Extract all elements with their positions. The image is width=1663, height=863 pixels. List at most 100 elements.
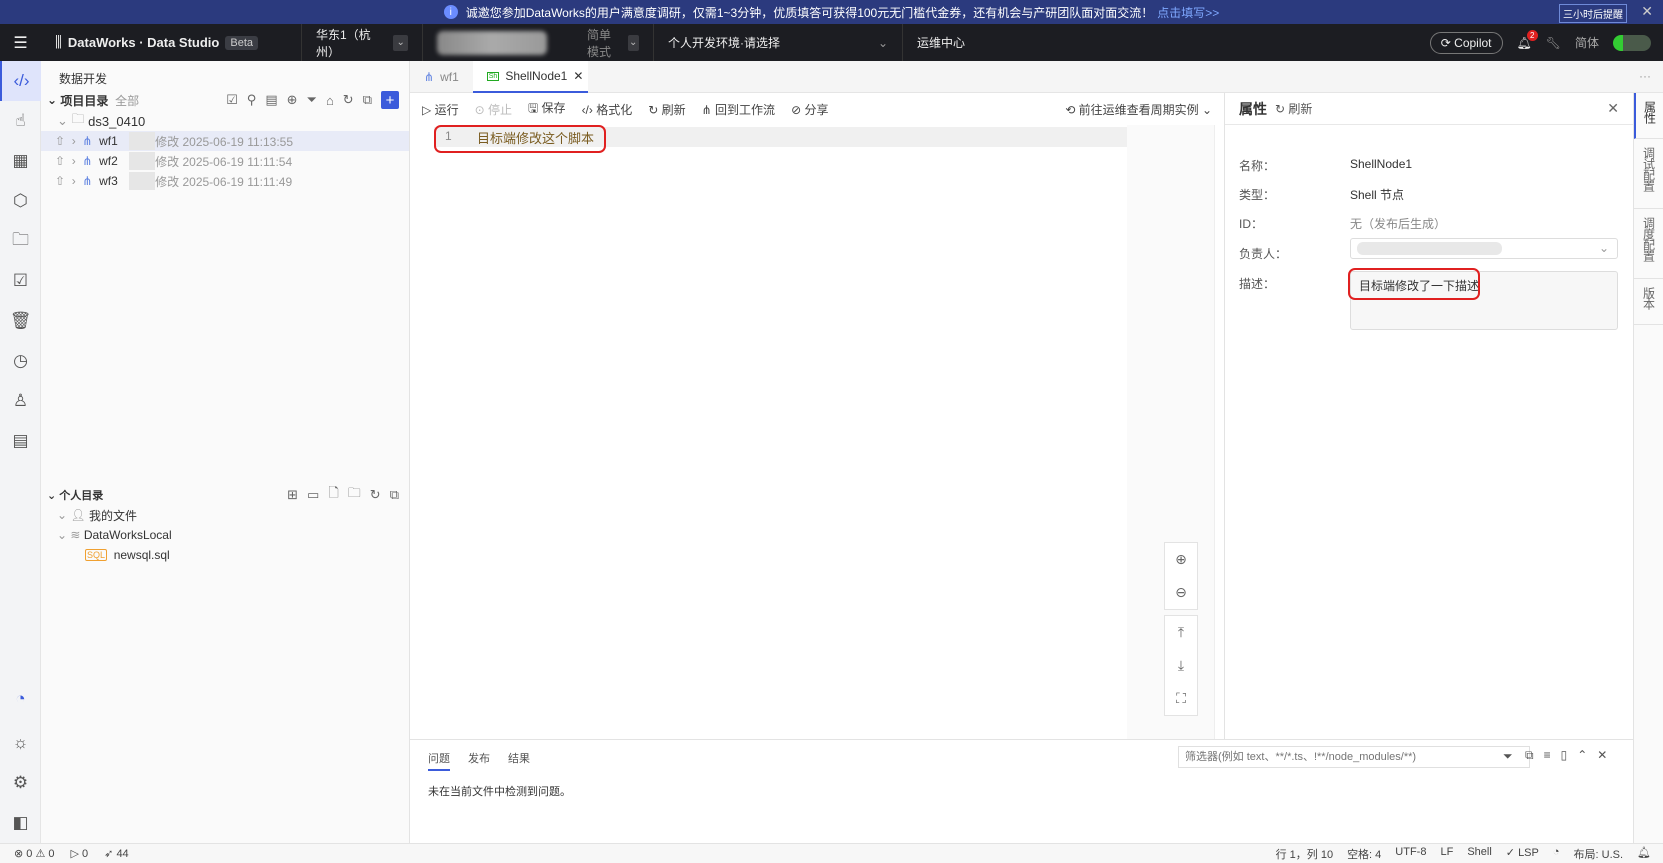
line-ending[interactable]: LF — [1440, 846, 1453, 862]
filter-input[interactable] — [1178, 746, 1530, 768]
workspace-select[interactable] — [423, 24, 573, 61]
tab-results[interactable]: 结果 — [508, 750, 530, 771]
tab-problems[interactable]: 问题 — [428, 750, 450, 771]
avatar[interactable] — [1613, 34, 1651, 51]
save-button[interactable]: 🖫 保存 — [528, 99, 566, 120]
tab-shellnode1[interactable]: Sh ShellNode1 ✕ — [472, 61, 588, 93]
folder-icon[interactable]: 🗀 — [0, 221, 41, 261]
keyboard-layout[interactable]: 布局: U.S. — [1574, 846, 1624, 862]
scope-filter[interactable]: 全部 — [115, 92, 139, 109]
run-button[interactable]: ▷ 运行 — [422, 101, 459, 118]
lsp-status[interactable]: ✓ LSP — [1506, 846, 1539, 862]
filter-icon[interactable]: ⏷ — [307, 92, 317, 108]
ops-center-link[interactable]: 运维中心 — [903, 24, 979, 61]
doc-search-icon[interactable]: ▤ — [265, 92, 277, 108]
dataworks-local[interactable]: ⌄ ≋ DataWorksLocal — [41, 525, 409, 545]
puzzle-icon[interactable]: ⬡ — [0, 181, 41, 221]
goto-ops-button[interactable]: ⟲ 前往运维查看周期实例 ⌄ — [1065, 101, 1224, 118]
list-icon[interactable]: ≡ — [1544, 748, 1551, 763]
close-icon[interactable]: ✕ — [1607, 100, 1633, 117]
close-icon[interactable]: ✕ — [1641, 3, 1653, 20]
wrench-icon[interactable]: 🔧︎ — [1546, 36, 1561, 50]
rail-tab-schedule-config[interactable]: 调度配置 — [1634, 209, 1663, 279]
chevron-up-icon[interactable]: ⌃ — [1577, 748, 1587, 763]
publish-icon[interactable]: ⇧ — [55, 174, 65, 188]
refresh-icon[interactable]: ↻ — [343, 92, 354, 108]
personal-dir-header[interactable]: ⌄ 个人目录 ⊞ ▭ 🗋 🗀 ↻ ⧉ — [41, 485, 409, 505]
menu-icon[interactable]: ☰ — [0, 24, 41, 61]
my-files[interactable]: ⌄ 👤︎ 我的文件 — [41, 505, 409, 525]
rail-tab-version[interactable]: 版本 — [1634, 279, 1663, 325]
user-stamp-icon[interactable]: ♙ — [0, 381, 41, 421]
copilot-status-icon[interactable]: ◔ — [1553, 846, 1560, 862]
collapse-icon[interactable]: ⧉ — [390, 487, 399, 503]
bell-icon[interactable]: 🔔︎ — [1637, 846, 1651, 862]
env-select[interactable]: 个人开发环境·请选择 ⌄ — [654, 24, 902, 61]
zoom-in-icon[interactable]: ⊕ — [1175, 543, 1187, 576]
gear-icon[interactable]: ⚙ — [0, 763, 41, 803]
code-icon[interactable]: ‹/› — [0, 61, 41, 101]
region-select[interactable]: 华东1（杭州） ⌄ — [302, 24, 422, 61]
new-node-icon[interactable]: ▭ — [307, 487, 319, 503]
scroll-top-icon[interactable]: ⤒ — [1178, 616, 1184, 649]
banner-link[interactable]: 点击填写>> — [1157, 4, 1219, 21]
stop-button[interactable]: ⊙ 停止 — [475, 101, 512, 118]
mode-select[interactable]: 简单模式 ⌄ — [573, 24, 653, 61]
scroll-bottom-icon[interactable]: ⤓ — [1178, 649, 1184, 682]
publish-icon[interactable]: ⇧ — [55, 154, 65, 168]
cursor-position[interactable]: 行 1，列 10 — [1276, 846, 1333, 862]
refresh-icon[interactable]: ↻ — [370, 487, 381, 503]
split-icon[interactable]: ▯ — [1561, 748, 1568, 763]
filter-icon[interactable]: ⏷ — [1503, 749, 1513, 764]
share-button[interactable]: ⊘ 分享 — [791, 101, 828, 118]
owner-select[interactable]: ⌄ — [1350, 238, 1618, 259]
locate-icon[interactable]: ⊕ — [287, 92, 298, 108]
language-mode[interactable]: Shell — [1467, 846, 1491, 862]
workflow-item[interactable]: ⇧ › ⋔ wf3 修改 2025-06-19 11:11:49 — [41, 171, 409, 191]
chevron-right-icon[interactable]: › — [72, 174, 76, 188]
errors-status[interactable]: ⊗ 0 ⚠ 0 — [0, 847, 55, 860]
copilot-icon[interactable]: ◔ — [0, 679, 41, 719]
sent-status[interactable]: ➶ 44 — [88, 847, 129, 860]
close-icon[interactable]: ✕ — [1597, 748, 1607, 763]
trash-icon[interactable]: 🗑 — [0, 301, 41, 341]
remind-later-button[interactable]: 三小时后提醒 — [1559, 4, 1627, 23]
refresh-button[interactable]: ↻ 刷新 — [1275, 100, 1312, 117]
file-newsql[interactable]: SQL newsql.sql — [41, 545, 409, 565]
theme-icon[interactable]: ☼ — [0, 723, 41, 763]
batch-icon[interactable]: ☑ — [226, 92, 238, 108]
touch-icon[interactable]: ☝ — [0, 101, 41, 141]
encoding[interactable]: UTF-8 — [1395, 846, 1426, 862]
publish-icon[interactable]: ⇧ — [55, 134, 65, 148]
more-icon[interactable]: ··· — [1627, 61, 1663, 92]
panel-toggle-icon[interactable]: ◧ — [0, 803, 41, 843]
tab-wf1[interactable]: ⋔ wf1 — [410, 61, 473, 93]
zoom-out-icon[interactable]: ⊖ — [1175, 576, 1187, 609]
workflow-item[interactable]: ⇧ › ⋔ wf1 修改 2025-06-19 11:13:55 — [41, 131, 409, 151]
table-icon[interactable]: ▦ — [0, 141, 41, 181]
indent-setting[interactable]: 空格: 4 — [1347, 846, 1381, 862]
tab-publish[interactable]: 发布 — [468, 750, 490, 771]
folder-ds3[interactable]: ⌄ 🗀 ds3_0410 — [41, 111, 409, 131]
tag-icon[interactable]: ⌂ — [326, 93, 334, 108]
run-status[interactable]: ▷ 0 — [55, 847, 89, 860]
collapse-icon[interactable]: ⧉ — [363, 92, 372, 108]
clock-icon[interactable]: ◷ — [0, 341, 41, 381]
add-button[interactable]: + — [381, 91, 399, 109]
code-editor[interactable]: 1 目标端修改这个脚本 ⊕ ⊖ ⤒ ⤓ ⛶ — [410, 125, 1224, 739]
format-button[interactable]: ‹/› 格式化 — [582, 101, 633, 118]
close-icon[interactable]: ✕ — [573, 69, 583, 83]
search-icon[interactable]: ⚲ — [247, 92, 257, 108]
chevron-right-icon[interactable]: › — [72, 154, 76, 168]
new-folder-icon[interactable]: 🗀 — [348, 484, 361, 506]
workflow-item[interactable]: ⇧ › ⋔ wf2 修改 2025-06-19 11:11:54 — [41, 151, 409, 171]
rail-tab-properties[interactable]: 属性 — [1634, 93, 1663, 139]
chevron-right-icon[interactable]: › — [72, 134, 76, 148]
back-to-workflow-button[interactable]: ⋔ 回到工作流 — [702, 101, 775, 118]
language-switch[interactable]: 简体 — [1575, 34, 1599, 51]
checklist-icon[interactable]: ☑ — [0, 261, 41, 301]
project-dir-header[interactable]: ⌄ 项目目录 全部 ☑ ⚲ ▤ ⊕ ⏷ ⌂ ↻ ⧉ + — [41, 89, 409, 111]
fit-icon[interactable]: ⛶ — [1176, 682, 1186, 715]
new-file-icon[interactable]: 🗋 — [328, 484, 338, 506]
copilot-button[interactable]: ⟳ Copilot — [1429, 31, 1503, 54]
